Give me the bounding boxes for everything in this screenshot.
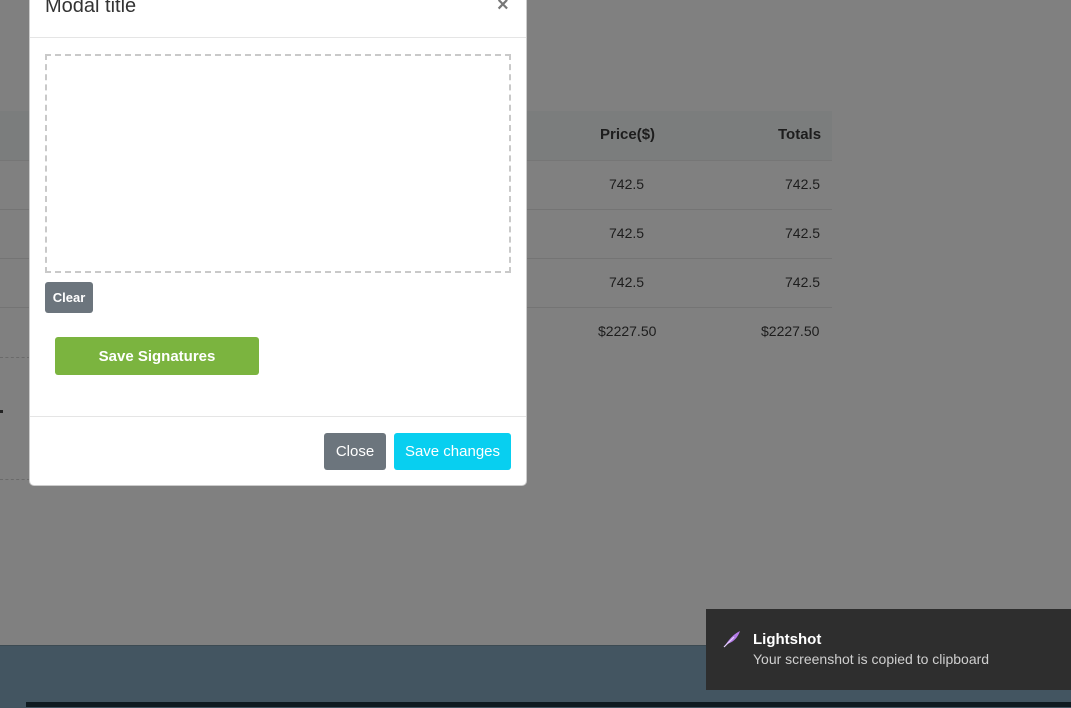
footer-bottom-strip (26, 702, 1071, 707)
save-signatures-button[interactable]: Save Signatures (55, 337, 259, 375)
clear-button[interactable]: Clear (45, 282, 93, 313)
total-cell: 742.5 (785, 225, 821, 241)
background-marker (0, 410, 3, 413)
notification-message: Your screenshot is copied to clipboard (753, 651, 990, 667)
modal-header: Modal title × (30, 0, 526, 38)
save-changes-button[interactable]: Save changes (394, 433, 511, 470)
signature-pad[interactable] (45, 54, 511, 273)
total-cell: 742.5 (785, 274, 821, 290)
modal-title: Modal title (45, 0, 137, 17)
col-header-price: Price($) (600, 126, 656, 143)
lightshot-notification[interactable]: Lightshot Your screenshot is copied to c… (706, 609, 1071, 690)
close-icon[interactable]: × (497, 0, 509, 17)
total-cell: 742.5 (785, 176, 821, 192)
price-cell: 742.5 (609, 274, 645, 290)
col-header-totals: Totals (778, 126, 822, 143)
close-button[interactable]: Close (324, 433, 386, 470)
price-cell: 742.5 (609, 225, 645, 241)
grand-total-cell: $2227.50 (761, 323, 820, 339)
background-signature-box (0, 357, 30, 480)
notification-title: Lightshot (753, 631, 822, 648)
signature-modal: Modal title × Clear Save Signatures Clos… (29, 0, 527, 486)
feather-icon (723, 631, 740, 648)
price-cell: 742.5 (609, 176, 645, 192)
price-total-cell: $2227.50 (598, 323, 657, 339)
